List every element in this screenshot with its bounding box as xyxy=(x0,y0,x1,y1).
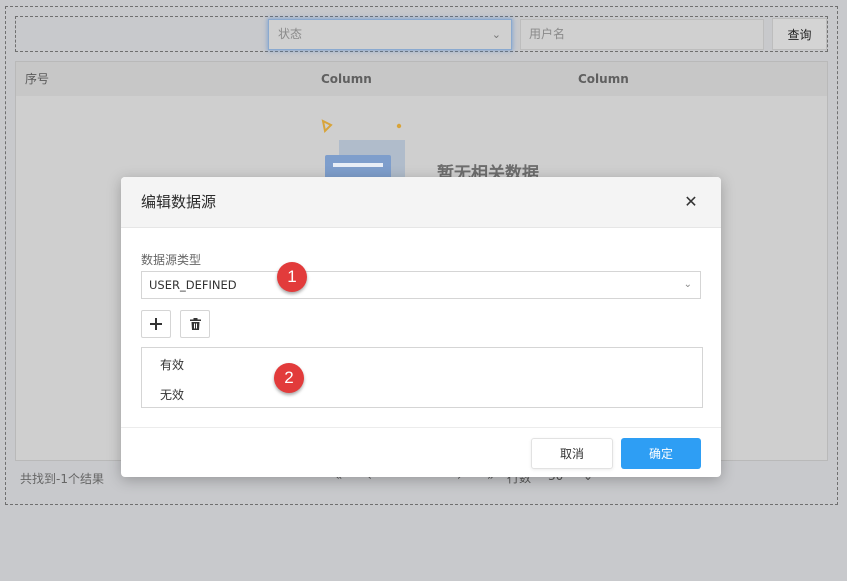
cancel-button[interactable]: 取消 xyxy=(531,438,613,469)
dialog-title: 编辑数据源 xyxy=(141,193,217,211)
username-input[interactable]: 用户名 xyxy=(520,19,764,50)
column-header-index[interactable]: 序号 xyxy=(25,62,49,96)
list-item[interactable]: 无效 xyxy=(160,386,184,403)
datasource-type-select[interactable]: USER_DEFINED ⌄ xyxy=(141,271,701,299)
trash-icon xyxy=(189,318,201,330)
datasource-type-value: USER_DEFINED xyxy=(149,278,237,292)
dialog-footer: 取消 确定 xyxy=(121,427,721,477)
datasource-type-label: 数据源类型 xyxy=(141,253,202,267)
result-count: 共找到-1个结果 xyxy=(20,472,104,486)
chevron-down-icon: ⌄ xyxy=(491,28,501,41)
status-select[interactable]: 状态 ⌄ xyxy=(268,19,512,50)
delete-item-button[interactable] xyxy=(180,310,210,338)
username-input-placeholder: 用户名 xyxy=(529,27,566,41)
chevron-down-icon: ⌄ xyxy=(683,279,692,290)
status-select-placeholder: 状态 xyxy=(278,27,303,41)
column-header[interactable]: Column xyxy=(578,62,629,96)
plus-icon xyxy=(150,318,162,330)
close-icon[interactable]: ✕ xyxy=(681,192,701,212)
column-header[interactable]: Column xyxy=(321,62,372,96)
confirm-button[interactable]: 确定 xyxy=(621,438,701,469)
list-item[interactable]: 有效 xyxy=(160,356,184,373)
table-header: 序号 Column Column xyxy=(16,62,827,96)
add-item-button[interactable] xyxy=(141,310,171,338)
query-button[interactable]: 查询 xyxy=(772,18,827,50)
option-list: 有效 无效 xyxy=(141,347,703,408)
callout-marker: 2 xyxy=(274,363,304,393)
dialog-header: 编辑数据源 ✕ xyxy=(121,177,721,228)
edit-datasource-dialog: 编辑数据源 ✕ 数据源类型 USER_DEFINED ⌄ 有效 无效 取消 确定 xyxy=(121,177,721,477)
callout-marker: 1 xyxy=(277,262,307,292)
